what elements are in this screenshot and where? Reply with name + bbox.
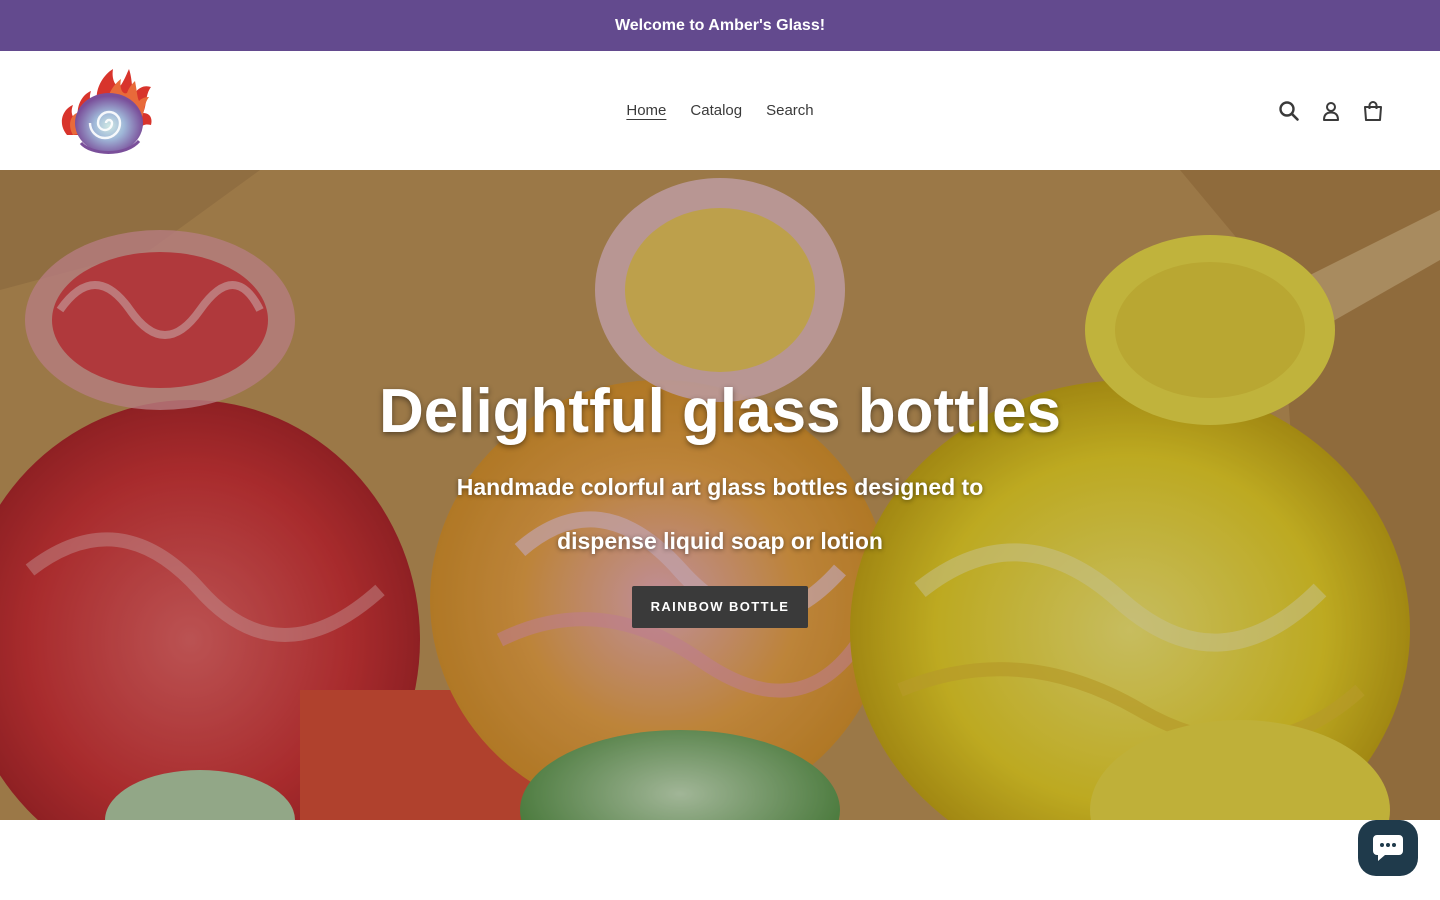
nav-catalog-link[interactable]: Catalog [690, 98, 742, 123]
main-nav: Home Catalog Search [0, 51, 1440, 170]
announcement-bar: Welcome to Amber's Glass! [0, 0, 1440, 51]
cart-icon[interactable] [1361, 99, 1385, 123]
chat-button[interactable] [1358, 820, 1418, 876]
nav-home-link[interactable]: Home [626, 98, 666, 123]
announcement-text: Welcome to Amber's Glass! [614, 16, 826, 34]
amber-glass-logo-icon [61, 69, 152, 154]
logo[interactable] [55, 65, 155, 155]
chat-bubble-icon [1373, 835, 1403, 861]
hero-subtitle: Handmade colorful art glass bottles desi… [456, 474, 984, 554]
hero-content: Delightful glass bottles Handmade colorf… [0, 370, 1440, 628]
search-icon[interactable] [1277, 99, 1301, 123]
header-icons [1277, 97, 1385, 125]
account-icon[interactable] [1319, 99, 1343, 123]
hero-banner: Delightful glass bottles Handmade colorf… [0, 170, 1440, 820]
hero-title: Delightful glass bottles [378, 377, 1062, 446]
site-header: Home Catalog Search [0, 51, 1440, 170]
rainbow-bottle-button[interactable]: Rainbow bottle [631, 586, 809, 628]
nav-search-link[interactable]: Search [766, 98, 814, 123]
